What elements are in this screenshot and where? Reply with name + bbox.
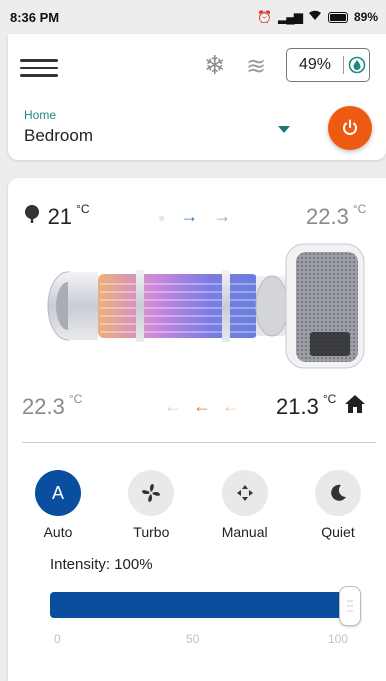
mode-manual-button[interactable]: Manual: [205, 470, 285, 540]
wifi-icon: [308, 10, 322, 24]
mode-auto-button[interactable]: A Auto: [18, 470, 98, 540]
mode-turbo-button[interactable]: Turbo: [111, 470, 191, 540]
slider-tick: 50: [186, 632, 200, 646]
chevron-down-icon[interactable]: [278, 126, 290, 133]
arrow-right-icon: →: [213, 206, 232, 226]
moon-icon: [331, 484, 346, 501]
indoor-out-value: 22.3: [22, 394, 65, 419]
indoor-temp-out: 22.3 °C: [22, 392, 83, 420]
auto-icon: A: [35, 470, 81, 516]
room-selector[interactable]: Bedroom: [24, 126, 93, 146]
outdoor-in-value: 21: [47, 204, 73, 229]
mode-quiet-button[interactable]: Quiet: [298, 470, 378, 540]
indoor-temp-in: 21.3 °C: [276, 392, 366, 420]
mode-label: Quiet: [321, 524, 355, 540]
mode-selector: A Auto Turbo Manual Quiet: [18, 470, 378, 540]
mode-label: Manual: [221, 524, 268, 540]
signal-icon: ▂▄▆: [278, 10, 303, 24]
power-icon: [343, 119, 357, 135]
intensity-slider[interactable]: [50, 592, 350, 618]
fan-icon: [142, 484, 161, 502]
temp-unit: °C: [68, 392, 83, 406]
menu-line: [20, 59, 58, 62]
home-label: Home: [24, 108, 57, 122]
divider: [22, 442, 376, 443]
menu-button[interactable]: [20, 54, 58, 82]
slider-tick: 0: [54, 632, 61, 646]
exhaust-arrows: ← ← ←: [164, 396, 240, 417]
waves-icon[interactable]: ≋: [246, 52, 266, 81]
arrow-left-icon: ←: [222, 396, 241, 416]
slider-fill: [50, 592, 340, 618]
intensity-label: Intensity: 100%: [50, 556, 153, 573]
slider-handle[interactable]: [339, 586, 361, 626]
humidity-display[interactable]: 49%: [286, 48, 370, 82]
slider-tick: 100: [328, 632, 349, 646]
battery-icon: [327, 11, 348, 23]
manual-icon: [236, 485, 253, 501]
arrow-left-icon: ←: [193, 396, 212, 416]
arrow-right-icon: →: [180, 206, 199, 226]
status-time: 8:36 PM: [10, 9, 60, 25]
status-bar: 8:36 PM ⏰ ▂▄▆ 89%: [0, 0, 386, 34]
header-card: ❄ ≋ 49% Home Bedroom: [8, 34, 386, 160]
arrow-right-icon: ●: [158, 211, 166, 225]
mode-label: Turbo: [133, 524, 170, 540]
outdoor-temp-in: 21 °C: [22, 202, 90, 230]
recuperator-illustration: [47, 243, 365, 369]
arrow-left-icon: ←: [164, 396, 182, 416]
power-button[interactable]: [328, 106, 372, 150]
snowflake-drop-icon[interactable]: ❄: [204, 50, 226, 81]
outdoor-out-value: 22.3: [306, 204, 349, 229]
water-drop-icon: [344, 56, 369, 74]
status-icons: ⏰ ▂▄▆ 89%: [257, 10, 378, 24]
tree-icon: [22, 205, 48, 229]
intake-arrows: ● → →: [158, 206, 231, 227]
device-card: 21 °C ● → → 22.3 °C 22.3 °C ← ← ← 21.3 °…: [8, 178, 386, 681]
mode-label: Auto: [43, 524, 73, 540]
temp-unit: °C: [352, 202, 367, 216]
home-icon: [344, 394, 366, 419]
humidity-value: 49%: [287, 56, 344, 74]
menu-line: [20, 74, 58, 77]
battery-level: 89%: [353, 10, 378, 24]
alarm-icon: ⏰: [257, 10, 272, 24]
outdoor-temp-out: 22.3 °C: [306, 202, 367, 230]
indoor-in-value: 21.3: [276, 394, 319, 419]
menu-line: [20, 66, 58, 69]
temp-unit: °C: [76, 202, 90, 216]
temp-unit: °C: [322, 392, 337, 406]
